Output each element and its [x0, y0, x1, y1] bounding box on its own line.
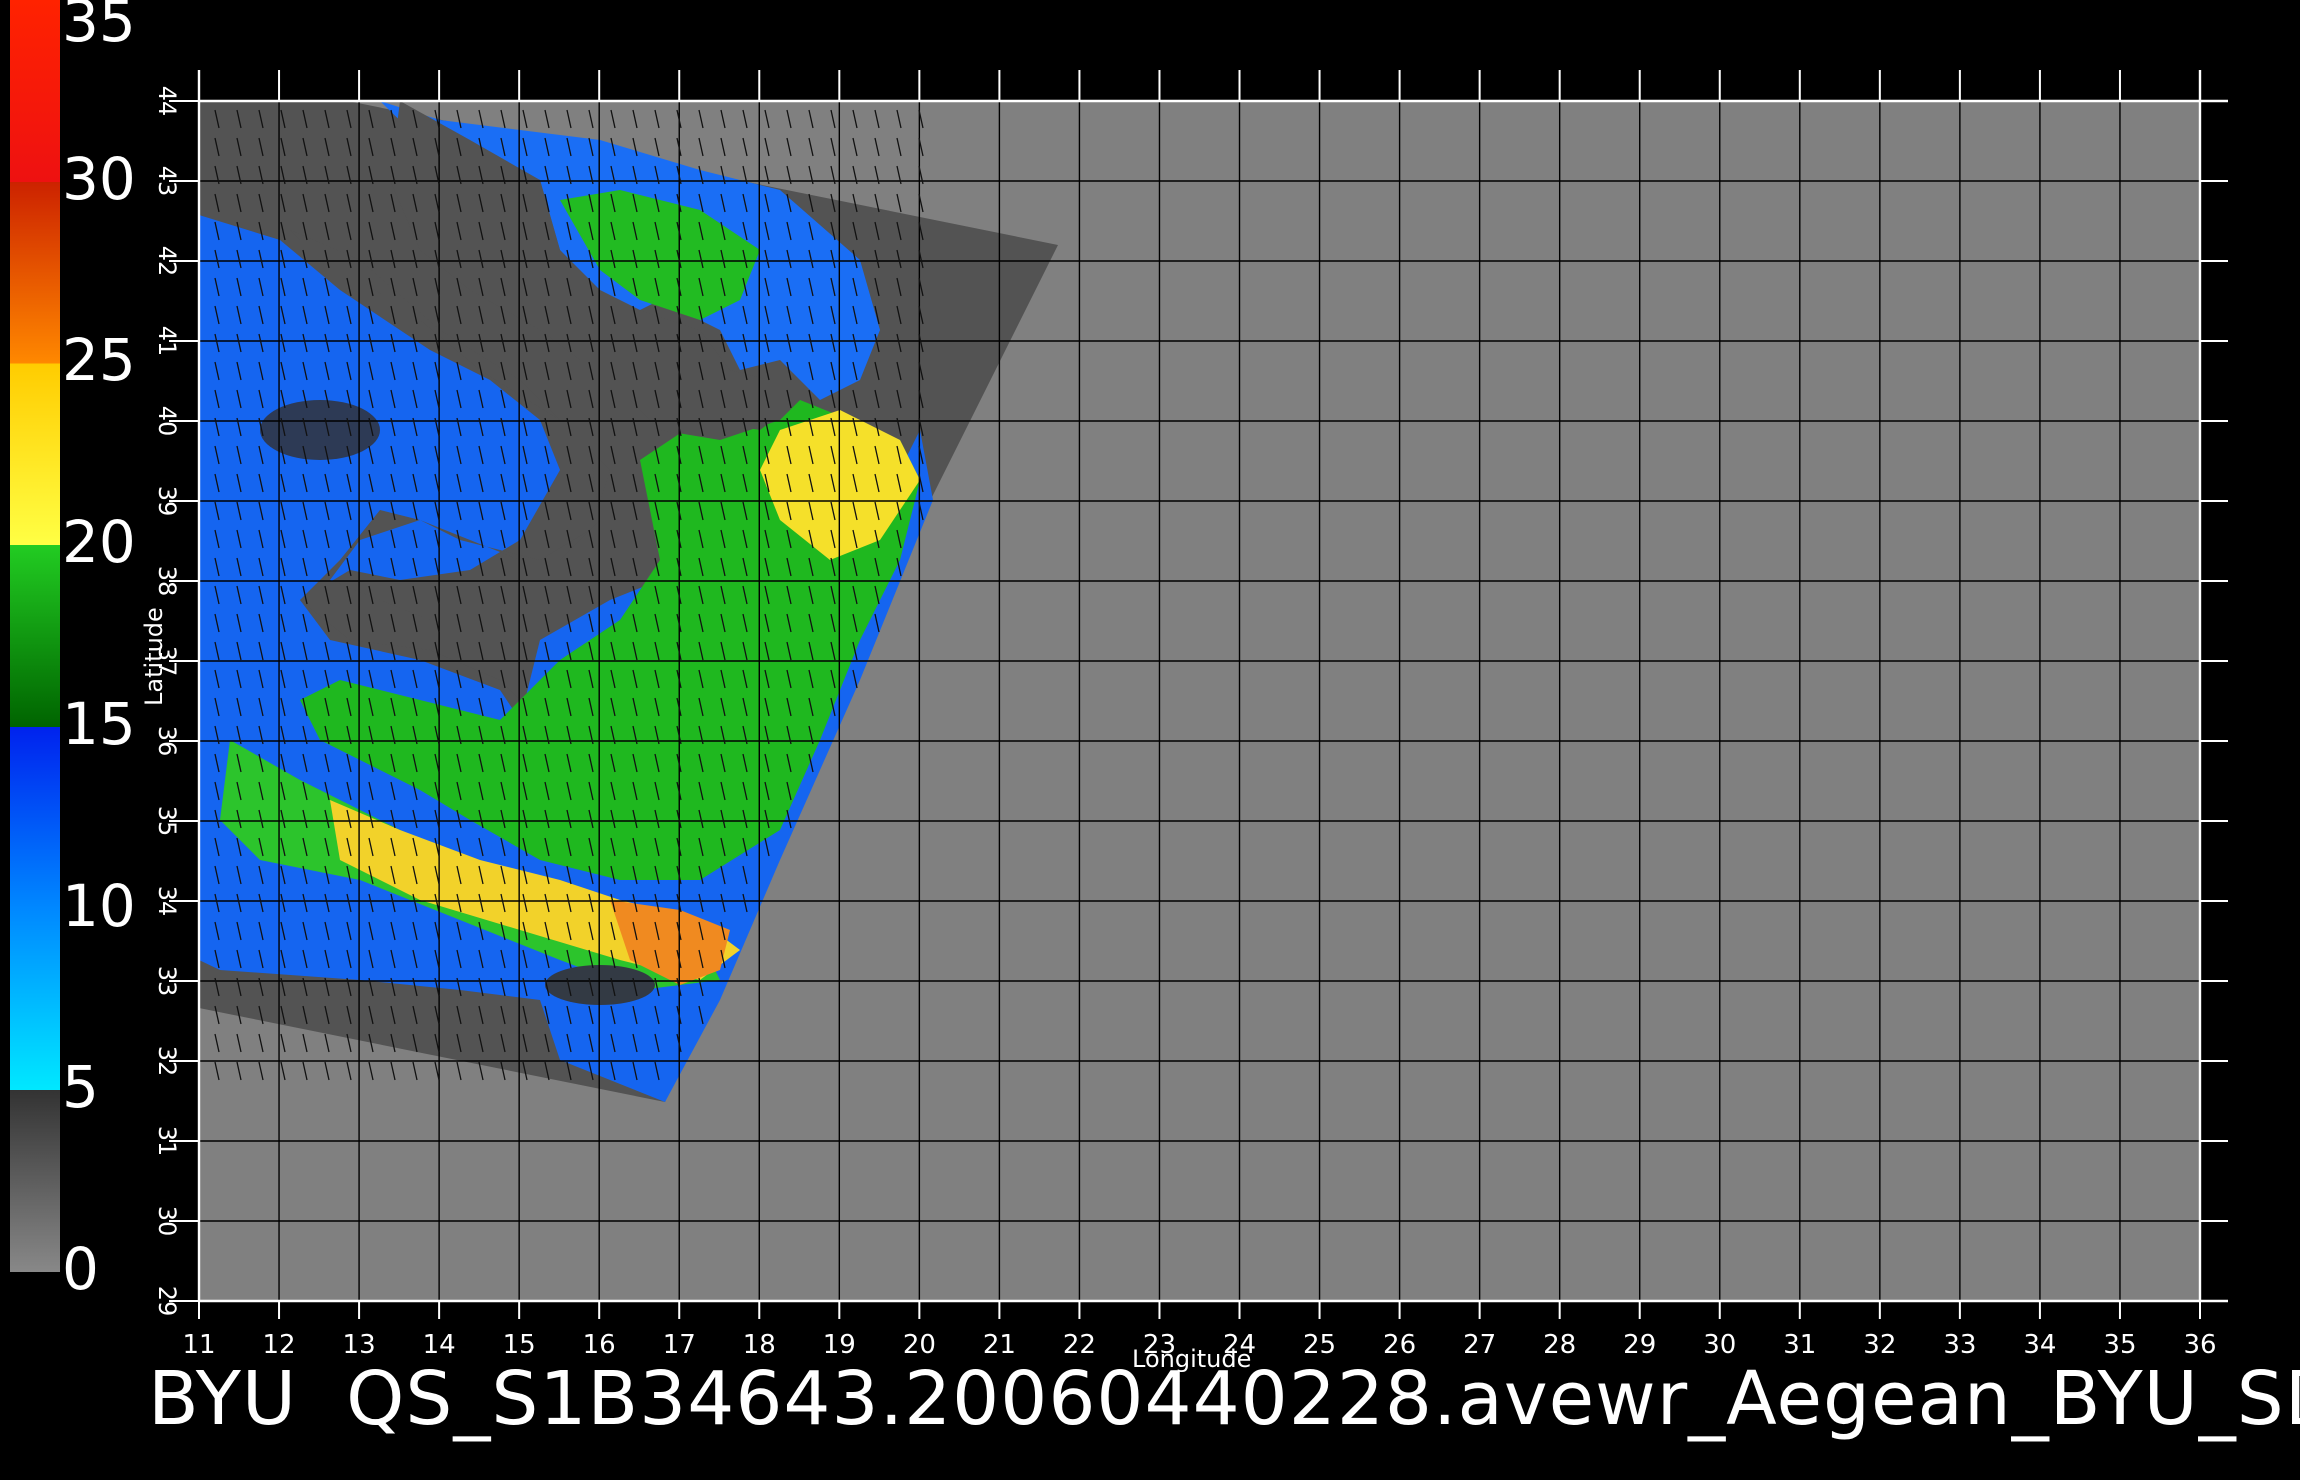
y-tick-label: 30	[153, 1206, 181, 1237]
colorbar-tick-label: 20	[62, 508, 136, 577]
y-tick-label: 42	[153, 246, 181, 277]
y-tick-label: 38	[153, 566, 181, 597]
colorbar-tick-label: 15	[62, 689, 136, 758]
y-tick-label: 29	[153, 1286, 181, 1317]
y-tick-label: 39	[153, 486, 181, 517]
calm-patch-1	[545, 965, 655, 1005]
colorbar-tick-label: 0	[62, 1235, 99, 1303]
y-axis-title: Latitude	[140, 607, 168, 706]
y-tick-label: 35	[153, 806, 181, 837]
colorbar-tick-label: 10	[62, 871, 136, 940]
y-tick-label: 31	[153, 1126, 181, 1157]
colorbar	[10, 0, 60, 1272]
colorbar-tick-label: 35	[62, 0, 136, 55]
y-tick-label: 43	[153, 166, 181, 197]
colorbar-tick-label: 30	[62, 144, 136, 213]
y-tick-label: 44	[153, 86, 181, 117]
y-tick-label: 33	[153, 966, 181, 997]
y-tick-label: 36	[153, 726, 181, 757]
colorbar-tick-label: 25	[62, 326, 136, 395]
colorbar-tick-label: 5	[62, 1053, 99, 1122]
y-tick-label: 41	[153, 326, 181, 357]
y-tick-label: 32	[153, 1046, 181, 1077]
y-tick-label: 34	[153, 886, 181, 917]
wind-speed-map: 11 12 13 14 15 16 17 18 19 20 21 22 23 24 25 26 27 28 29 30…	[10, 0, 2228, 1360]
file-caption: BYU QS_S1B34643.20060440228.avewr_Aegean…	[148, 1356, 2300, 1442]
y-tick-label: 40	[153, 406, 181, 437]
calm-patch-2	[260, 400, 380, 460]
